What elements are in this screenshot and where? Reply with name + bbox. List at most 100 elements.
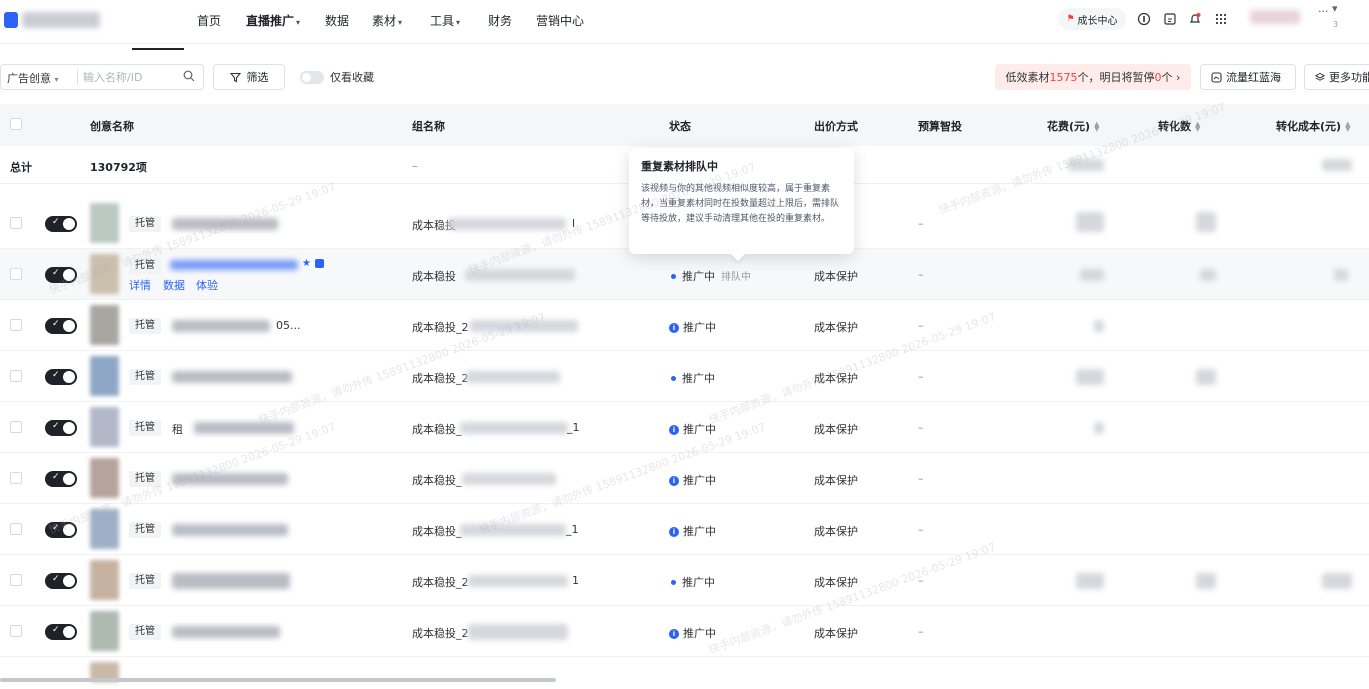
- table-row[interactable]: ✓ 托管 成本稳投_2 1 推广中 成本保护 –: [0, 555, 1369, 606]
- details-link[interactable]: 详情: [129, 277, 151, 293]
- creative-thumbnail[interactable]: [90, 254, 119, 294]
- filter-button[interactable]: 筛选: [213, 64, 285, 90]
- select-all-checkbox[interactable]: [10, 118, 22, 130]
- data-link[interactable]: 数据: [163, 277, 185, 293]
- creative-thumbnail[interactable]: [90, 509, 119, 549]
- group-name-blurred: [460, 524, 566, 536]
- copy-icon[interactable]: [315, 259, 324, 268]
- creative-name-blurred[interactable]: [172, 218, 278, 230]
- table-row[interactable]: ✓ 托管 成本稳投_2 推广中 成本保护 –: [0, 351, 1369, 402]
- bell-icon[interactable]: [1188, 12, 1202, 26]
- row-checkbox[interactable]: [10, 574, 22, 586]
- col-conversions[interactable]: 转化数 ▲ ▼: [1158, 118, 1200, 134]
- creative-name-blurred[interactable]: [172, 371, 292, 383]
- growth-center-button[interactable]: ⚑ 成长中心: [1058, 8, 1126, 30]
- creative-name-blurred[interactable]: [172, 473, 288, 485]
- bell-icon-svg: [1189, 13, 1201, 23]
- row-checkbox[interactable]: [10, 217, 22, 229]
- row-checkbox[interactable]: [10, 268, 22, 280]
- ad-type-select[interactable]: 广告创意 ▾: [7, 70, 59, 86]
- account-avatar[interactable]: [1250, 10, 1300, 24]
- table-row[interactable]: ✓ 托管 05... 成本稳投_2 i 推广中 成本保护 –: [0, 300, 1369, 351]
- creative-thumbnail[interactable]: [90, 356, 119, 396]
- col-conversion-cost[interactable]: 转化成本(元) ▲ ▼: [1276, 118, 1350, 134]
- search-icon[interactable]: [183, 70, 195, 82]
- traffic-red-blue-ocean-button[interactable]: 流量红蓝海: [1200, 64, 1296, 90]
- row-checkbox[interactable]: [10, 421, 22, 433]
- nav-finance[interactable]: 财务: [488, 12, 512, 29]
- low-banner-mid: 个，明日将暂停: [1077, 71, 1155, 84]
- bid-method: 成本保护: [814, 321, 858, 334]
- edit-document-icon[interactable]: [1163, 12, 1177, 26]
- row-toggle-switch[interactable]: ✓: [45, 573, 77, 589]
- creative-thumbnail[interactable]: [90, 305, 119, 345]
- nav-tools[interactable]: 工具 ▾: [430, 12, 460, 29]
- low-efficiency-banner[interactable]: 低效素材 1575 个，明日将暂停 0 个 ›: [995, 64, 1191, 90]
- creative-thumbnail[interactable]: [90, 203, 119, 243]
- row-checkbox[interactable]: [10, 472, 22, 484]
- table-row[interactable]: ✓ 托管 成本稳投_2 i 推广中 成本保护 –: [0, 606, 1369, 657]
- col-status: 状态: [669, 120, 691, 133]
- group-name-suffix: _1: [567, 421, 580, 434]
- info-icon[interactable]: i: [669, 527, 679, 537]
- row-toggle-switch[interactable]: ✓: [45, 522, 77, 538]
- col-cost[interactable]: 花费(元) ▲ ▼: [1047, 118, 1099, 134]
- table-row[interactable]: ✓ 托管 ★ 详情 数据 体验 成本稳投 推广中 排队中 成本保护 –: [0, 249, 1369, 300]
- apps-grid-icon[interactable]: [1214, 12, 1228, 26]
- creative-name-blurred[interactable]: [172, 524, 288, 536]
- check-icon: ✓: [52, 472, 60, 482]
- horizontal-scrollbar[interactable]: [0, 678, 556, 682]
- table-row[interactable]: ✓ 托管 成本稳投_ _1 i 推广中 成本保护 –: [0, 504, 1369, 555]
- nav-data[interactable]: 数据: [325, 12, 349, 29]
- creative-thumbnail[interactable]: [90, 611, 119, 651]
- nav-material-label: 素材: [372, 14, 397, 28]
- row-toggle-switch[interactable]: ✓: [45, 216, 77, 232]
- info-icon[interactable]: i: [669, 323, 679, 333]
- favorites-toggle[interactable]: [300, 71, 324, 84]
- table-row[interactable]: ✓ 托管 租 成本稳投_ _1 i 推广中 成本保护 –: [0, 402, 1369, 453]
- search-input[interactable]: [83, 69, 178, 85]
- creative-name-blurred[interactable]: [194, 422, 294, 434]
- row-toggle-switch[interactable]: ✓: [45, 318, 77, 334]
- row-toggle-switch[interactable]: ✓: [45, 471, 77, 487]
- row-toggle-switch[interactable]: ✓: [45, 369, 77, 385]
- more-functions-button[interactable]: 更多功能: [1304, 64, 1369, 90]
- queue-status[interactable]: 排队中: [721, 272, 751, 283]
- creative-name-blurred[interactable]: [172, 320, 270, 332]
- col-cost-label: 花费(元): [1047, 120, 1091, 133]
- nav-material[interactable]: 素材 ▾: [372, 12, 402, 29]
- bid-method: 成本保护: [814, 576, 858, 589]
- creative-thumbnail[interactable]: [90, 458, 119, 498]
- conversions-blurred: [1196, 573, 1216, 589]
- account-more-menu[interactable]: ... ▾: [1318, 2, 1338, 15]
- creative-name-blurred[interactable]: [172, 626, 280, 638]
- nav-live-promotion[interactable]: 直播推广 ▾: [246, 12, 300, 29]
- info-icon[interactable]: i: [669, 425, 679, 435]
- row-toggle-switch[interactable]: ✓: [45, 624, 77, 640]
- row-toggle-switch[interactable]: ✓: [45, 267, 77, 283]
- creative-thumbnail[interactable]: [90, 407, 119, 447]
- row-checkbox[interactable]: [10, 319, 22, 331]
- row-checkbox[interactable]: [10, 625, 22, 637]
- nav-home[interactable]: 首页: [197, 12, 221, 29]
- budget-value: –: [918, 574, 924, 587]
- switch-knob: [63, 218, 75, 230]
- group-name: 成本稳投_: [412, 474, 462, 487]
- switch-knob: [63, 320, 75, 332]
- row-checkbox[interactable]: [10, 370, 22, 382]
- row-checkbox[interactable]: [10, 523, 22, 535]
- summary-conv-cost-blurred: [1322, 159, 1352, 171]
- col-creative-name: 创意名称: [90, 120, 134, 133]
- creative-name-blurred[interactable]: [172, 573, 290, 589]
- table-row[interactable]: ✓ 托管 成本稳投_ i 推广中 成本保护 –: [0, 453, 1369, 504]
- preview-link[interactable]: 体验: [196, 277, 218, 293]
- creative-thumbnail[interactable]: [90, 560, 119, 600]
- info-icon[interactable]: i: [669, 476, 679, 486]
- row-toggle-switch[interactable]: ✓: [45, 420, 77, 436]
- coin-icon[interactable]: [1137, 12, 1151, 26]
- star-icon[interactable]: ★: [302, 258, 311, 269]
- nav-marketing-center[interactable]: 营销中心: [536, 12, 584, 29]
- info-icon[interactable]: i: [669, 629, 679, 639]
- creative-name-blurred[interactable]: [170, 260, 298, 270]
- brand-logo[interactable]: [4, 10, 104, 32]
